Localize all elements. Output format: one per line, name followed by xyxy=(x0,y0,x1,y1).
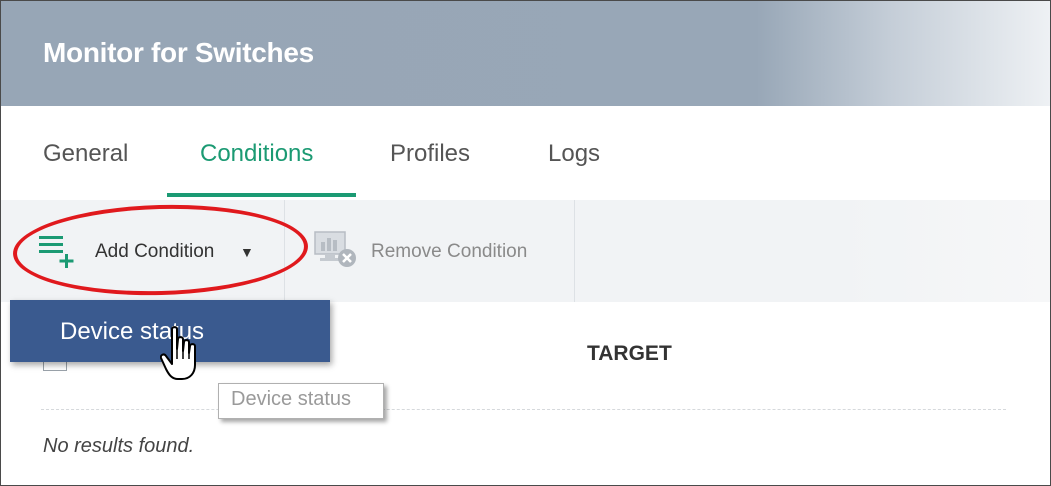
column-header-target[interactable]: TARGET xyxy=(587,342,672,366)
tooltip: Device status xyxy=(218,383,384,419)
tab-profiles[interactable]: Profiles xyxy=(390,140,470,168)
tab-general[interactable]: General xyxy=(43,140,128,168)
hand-pointer-icon xyxy=(160,326,196,380)
tab-bar: General Conditions Profiles Logs xyxy=(1,106,1050,201)
remove-monitor-icon xyxy=(314,231,356,267)
page-title: Monitor for Switches xyxy=(43,37,314,68)
row-divider xyxy=(41,409,1006,410)
tab-logs[interactable]: Logs xyxy=(548,140,600,168)
window-header: Monitor for Switches xyxy=(1,1,1050,106)
toolbar-divider xyxy=(574,200,575,302)
empty-message: No results found. xyxy=(43,435,195,457)
remove-condition-label: Remove Condition xyxy=(371,241,528,262)
active-tab-indicator xyxy=(167,193,356,197)
tooltip-text: Device status xyxy=(231,388,352,410)
tab-conditions[interactable]: Conditions xyxy=(200,140,313,168)
